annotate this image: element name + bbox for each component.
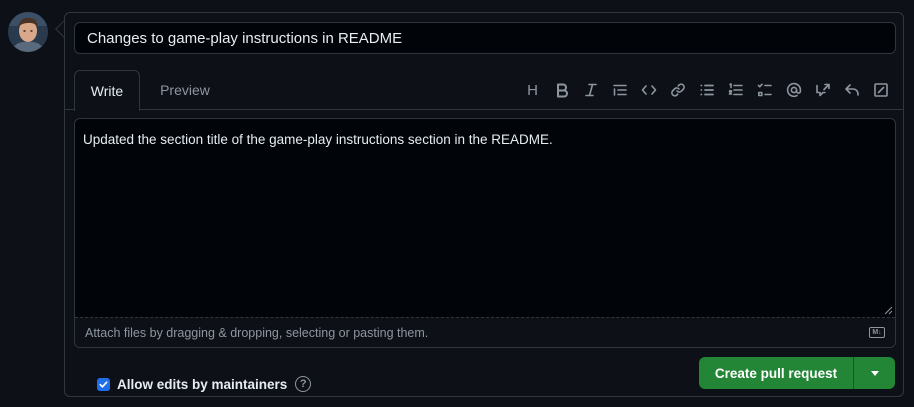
allow-edits-label[interactable]: Allow edits by maintainers <box>117 377 287 392</box>
markdown-toolbar: H <box>518 78 895 102</box>
link-button[interactable] <box>663 78 692 102</box>
checkmark-icon <box>99 380 108 388</box>
code-icon <box>641 85 656 95</box>
reply-icon <box>844 84 859 96</box>
bulleted-list-icon <box>699 84 714 96</box>
numbered-list-button[interactable] <box>721 78 750 102</box>
quote-button[interactable] <box>605 78 634 102</box>
cross-reference-icon <box>815 83 830 97</box>
bold-button[interactable] <box>547 78 576 102</box>
reply-button[interactable] <box>837 78 866 102</box>
help-icon[interactable]: ? <box>295 376 312 392</box>
task-list-button[interactable] <box>750 78 779 102</box>
file-attachment-bar[interactable]: Attach files by dragging & dropping, sel… <box>75 317 895 347</box>
heading-button[interactable]: H <box>518 78 547 102</box>
avatar-image <box>8 12 48 52</box>
italic-icon <box>584 83 597 97</box>
comment-editor: Updated the section title of the game-pl… <box>74 118 896 348</box>
code-button[interactable] <box>634 78 663 102</box>
create-pr-button-group: Create pull request <box>699 357 895 389</box>
editor-tab-bar: Write Preview H <box>65 70 903 111</box>
heading-icon: H <box>527 81 538 99</box>
numbered-list-icon <box>728 83 743 96</box>
bulleted-list-button[interactable] <box>692 78 721 102</box>
fullscreen-button[interactable] <box>866 78 895 102</box>
pr-title-input[interactable] <box>74 22 896 54</box>
fullscreen-icon <box>873 83 888 97</box>
task-list-icon <box>757 83 772 97</box>
mention-icon <box>786 82 801 98</box>
mention-button[interactable] <box>779 78 808 102</box>
allow-edits-option: Allow edits by maintainers ? <box>97 375 312 393</box>
create-pull-request-button[interactable]: Create pull request <box>699 357 854 389</box>
create-options-dropdown[interactable] <box>854 357 895 389</box>
allow-edits-checkbox[interactable] <box>97 377 110 391</box>
link-icon <box>670 83 685 97</box>
tab-preview[interactable]: Preview <box>152 70 218 110</box>
comment-body-textarea[interactable]: Updated the section title of the game-pl… <box>75 119 895 317</box>
pull-request-form: Write Preview H <box>64 12 904 397</box>
quote-icon <box>612 84 627 96</box>
bold-icon <box>556 83 568 98</box>
avatar[interactable] <box>8 12 48 52</box>
cross-reference-button[interactable] <box>808 78 837 102</box>
markdown-icon[interactable]: M↓ <box>869 327 885 338</box>
attach-files-hint[interactable]: Attach files by dragging & dropping, sel… <box>85 326 428 340</box>
resize-grip-icon[interactable] <box>883 305 893 315</box>
tab-write[interactable]: Write <box>74 70 140 111</box>
italic-button[interactable] <box>576 78 605 102</box>
caret-down-icon <box>870 370 879 376</box>
